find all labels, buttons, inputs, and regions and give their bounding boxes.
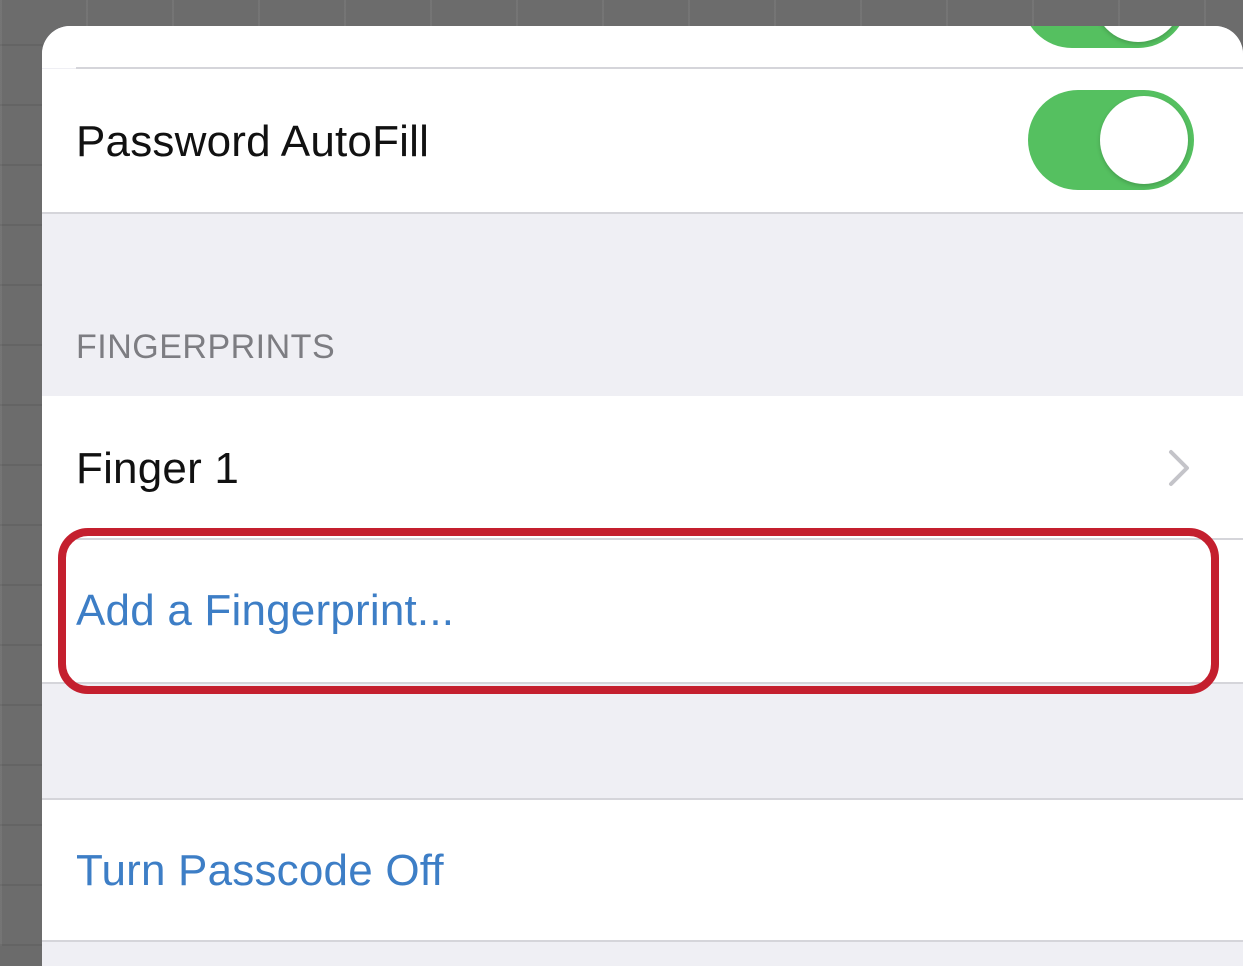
toggle-knob bbox=[1094, 26, 1182, 42]
fingerprints-section-header: FINGERPRINTS bbox=[76, 328, 336, 366]
turn-passcode-off-button[interactable]: Turn Passcode Off bbox=[76, 846, 444, 896]
password-autofill-row: Password AutoFill bbox=[42, 69, 1243, 212]
password-autofill-label: Password AutoFill bbox=[76, 117, 430, 166]
password-autofill-toggle[interactable] bbox=[1028, 90, 1194, 190]
finger-1-row[interactable]: Finger 1 bbox=[42, 396, 1243, 540]
highlight-annotation bbox=[58, 528, 1219, 694]
finger-1-label: Finger 1 bbox=[76, 444, 240, 493]
toggle-knob bbox=[1100, 96, 1188, 184]
chevron-right-icon bbox=[1169, 450, 1189, 486]
turn-passcode-off-row[interactable]: Turn Passcode Off bbox=[42, 800, 1243, 940]
separator bbox=[42, 940, 1243, 942]
previous-setting-toggle[interactable] bbox=[1022, 26, 1188, 48]
settings-sheet: Password AutoFill FINGERPRINTS Finger 1 … bbox=[42, 26, 1243, 966]
separator bbox=[42, 212, 1243, 214]
previous-setting-row[interactable] bbox=[42, 26, 1243, 68]
